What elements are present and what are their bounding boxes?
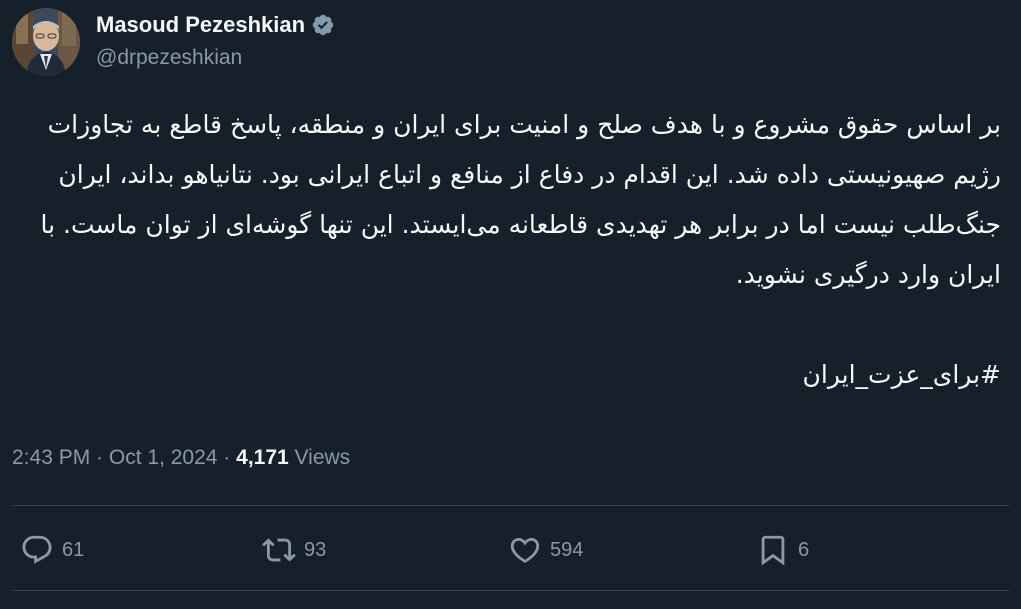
like-count: 594 bbox=[550, 538, 584, 561]
reply-icon bbox=[22, 535, 52, 564]
meta-separator: · bbox=[217, 446, 237, 469]
avatar[interactable] bbox=[12, 8, 80, 76]
repost-button[interactable]: 93 bbox=[262, 530, 326, 570]
views-count: 4,171 bbox=[236, 446, 289, 469]
bookmark-count: 6 bbox=[798, 538, 810, 561]
user-handle[interactable]: @drpezeshkian bbox=[96, 46, 335, 70]
tweet-card: Masoud Pezeshkian @drpezeshkian بر اساس … bbox=[0, 0, 1021, 609]
divider bbox=[12, 505, 1009, 506]
bookmark-icon bbox=[761, 535, 785, 566]
meta-separator: · bbox=[90, 446, 109, 469]
repost-count: 93 bbox=[304, 538, 327, 561]
avatar-image bbox=[12, 8, 80, 76]
views-label: Views bbox=[288, 446, 351, 469]
display-name[interactable]: Masoud Pezeshkian bbox=[96, 12, 305, 38]
tweet-meta: 2:43 PM · Oct 1, 2024 · 4,171 Views bbox=[12, 446, 350, 470]
tweet-date[interactable]: Oct 1, 2024 bbox=[109, 446, 218, 470]
name-row: Masoud Pezeshkian bbox=[96, 10, 335, 40]
reply-button[interactable]: 61 bbox=[20, 530, 84, 570]
heart-icon bbox=[510, 537, 540, 563]
reply-count: 61 bbox=[62, 538, 85, 561]
hashtag-link[interactable]: #برای_عزت_ایران bbox=[11, 350, 1001, 400]
repost-icon bbox=[262, 538, 296, 562]
divider bbox=[12, 590, 1009, 591]
bookmark-button[interactable]: 6 bbox=[756, 530, 809, 570]
verified-badge-icon[interactable] bbox=[311, 13, 335, 37]
tweet-body: بر اساس حقوق مشروع و با هدف صلح و امنیت … bbox=[11, 100, 1001, 400]
author-block: Masoud Pezeshkian @drpezeshkian bbox=[96, 10, 335, 70]
tweet-text: بر اساس حقوق مشروع و با هدف صلح و امنیت … bbox=[40, 110, 1001, 289]
tweet-time[interactable]: 2:43 PM bbox=[12, 446, 90, 470]
like-button[interactable]: 594 bbox=[508, 530, 583, 570]
action-bar: 61 93 594 6 bbox=[20, 530, 1000, 570]
